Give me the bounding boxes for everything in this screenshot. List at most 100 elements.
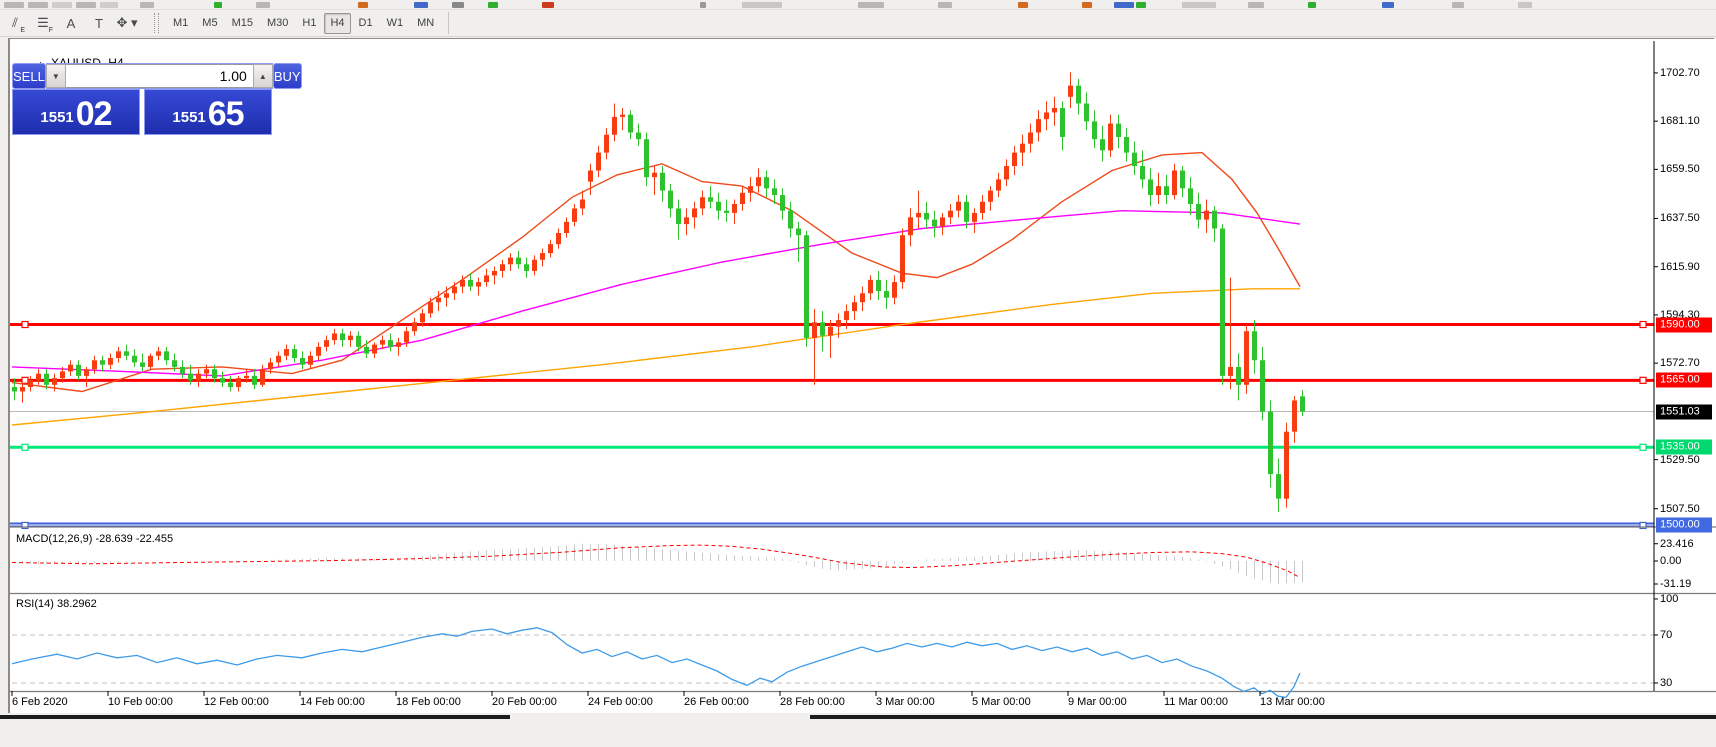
candle-up <box>1204 211 1209 220</box>
sell-price-pips: 02 <box>76 97 112 131</box>
toolbar-icon-sliver <box>100 2 118 8</box>
time-axis-label: 28 Feb 00:00 <box>780 696 845 708</box>
candle-up <box>1044 112 1049 119</box>
candle-up <box>748 186 753 193</box>
candle-down <box>44 374 49 385</box>
toolbar-icon-sliver <box>1248 2 1264 8</box>
toolbar-icon-sliver <box>742 2 782 8</box>
price-axis-label: 1659.50 <box>1660 163 1700 175</box>
timeframe-button-h4[interactable]: H4 <box>324 13 350 34</box>
candle-down <box>1060 108 1065 137</box>
equidistant-channel-tool-sub: E <box>20 27 25 34</box>
candle-up <box>444 293 449 297</box>
candle-up <box>156 351 161 355</box>
resistance-1590-handle[interactable] <box>22 322 28 328</box>
candle-down <box>1212 211 1217 229</box>
candle-down <box>636 133 641 140</box>
toolbar-icon-sliver <box>4 2 24 8</box>
candle-up <box>836 320 841 327</box>
candle-down <box>772 188 777 195</box>
candle-up <box>324 340 329 347</box>
candle-down <box>1252 331 1257 360</box>
timeframe-button-h1[interactable]: H1 <box>296 13 322 34</box>
fibonacci-tool-icon: ☰ <box>37 15 49 31</box>
candle-up <box>620 115 625 117</box>
candle-up <box>604 135 609 153</box>
candle-up <box>84 369 89 376</box>
toolbar-icon-sliver <box>28 2 48 8</box>
timeframe-button-m5[interactable]: M5 <box>196 13 223 34</box>
candle-up <box>532 260 537 271</box>
chart-canvas[interactable] <box>10 39 1716 714</box>
timeframe-button-mn[interactable]: MN <box>411 13 440 34</box>
price-badge-1590-00: 1590.00 <box>1656 317 1712 332</box>
resistance-1590-handle[interactable] <box>1640 322 1646 328</box>
fibonacci-tool[interactable]: ☰F <box>30 12 56 35</box>
equidistant-channel-tool[interactable]: ⫽E <box>2 12 28 35</box>
macd-axis-label: -31.19 <box>1660 578 1691 590</box>
toolbar-grip[interactable] <box>154 13 159 33</box>
candle-up <box>1068 86 1073 97</box>
candle-down <box>1076 86 1081 104</box>
buy-price-display[interactable]: 1551 65 <box>144 89 272 135</box>
rsi-axis-label: 30 <box>1660 677 1672 689</box>
candle-down <box>388 340 393 347</box>
candle-down <box>364 347 369 354</box>
toolbar-icon-sliver <box>76 2 96 8</box>
candle-up <box>348 336 353 340</box>
timeframe-button-m30[interactable]: M30 <box>261 13 294 34</box>
candle-down <box>292 349 297 358</box>
candle-up <box>284 349 289 356</box>
candle-up <box>68 365 73 372</box>
candle-down <box>676 208 681 224</box>
candle-up <box>204 369 209 373</box>
volume-input[interactable] <box>66 64 253 88</box>
macd-indicator-label: MACD(12,26,9) -28.639 -22.455 <box>16 533 173 545</box>
text-tool[interactable]: A <box>58 12 84 35</box>
candle-up <box>116 351 121 358</box>
resistance-1565-handle[interactable] <box>22 377 28 383</box>
candle-up <box>828 327 833 336</box>
candle-up <box>36 374 41 381</box>
candle-up <box>948 211 953 218</box>
support-1535-handle[interactable] <box>1640 444 1646 450</box>
volume-increase-button[interactable]: ▲ <box>253 64 273 88</box>
timeframe-button-w1[interactable]: W1 <box>381 13 410 34</box>
candle-down <box>964 202 969 222</box>
sell-button[interactable]: SELL <box>12 63 46 89</box>
candle-down <box>124 351 129 355</box>
candle-up <box>548 244 553 253</box>
price-axis-label: 1637.50 <box>1660 212 1700 224</box>
text-label-tool[interactable]: T <box>86 12 112 35</box>
buy-price-pips: 65 <box>208 97 244 131</box>
candle-up <box>1244 331 1249 385</box>
buy-button[interactable]: BUY <box>273 63 302 89</box>
candle-up <box>380 340 385 344</box>
timeframe-button-d1[interactable]: D1 <box>353 13 379 34</box>
main-toolbar: ⫽E☰FAT✥ ▾ M1M5M15M30H1H4D1W1MN <box>0 10 1716 37</box>
candle-up <box>316 347 321 356</box>
candle-down <box>212 369 217 378</box>
candle-up <box>196 374 201 381</box>
arrows-tool[interactable]: ✥ ▾ <box>114 12 140 35</box>
timeframe-button-m15[interactable]: M15 <box>226 13 259 34</box>
volume-decrease-button[interactable]: ▼ <box>46 64 66 88</box>
support-1535-handle[interactable] <box>22 444 28 450</box>
candle-up <box>1020 144 1025 153</box>
candle-up <box>372 345 377 354</box>
candle-down <box>132 356 137 363</box>
chart-window[interactable]: ▲XAUUSD-,H4 1557.83 1560.66 1549.05 1551… <box>8 38 1714 713</box>
macd-axis-label: 0.00 <box>1660 555 1681 567</box>
candle-down <box>804 235 809 338</box>
one-click-trading-panel: SELL ▼ ▲ BUY 1551 02 1551 65 <box>12 63 272 135</box>
candle-down <box>356 336 361 347</box>
candle-down <box>140 362 145 366</box>
candle-up <box>540 253 545 260</box>
candle-up <box>980 202 985 213</box>
sell-price-display[interactable]: 1551 02 <box>12 89 140 135</box>
candle-down <box>100 360 105 364</box>
timeframe-button-m1[interactable]: M1 <box>167 13 194 34</box>
resistance-1565-handle[interactable] <box>1640 377 1646 383</box>
candle-up <box>1108 124 1113 151</box>
candle-up <box>260 369 265 385</box>
